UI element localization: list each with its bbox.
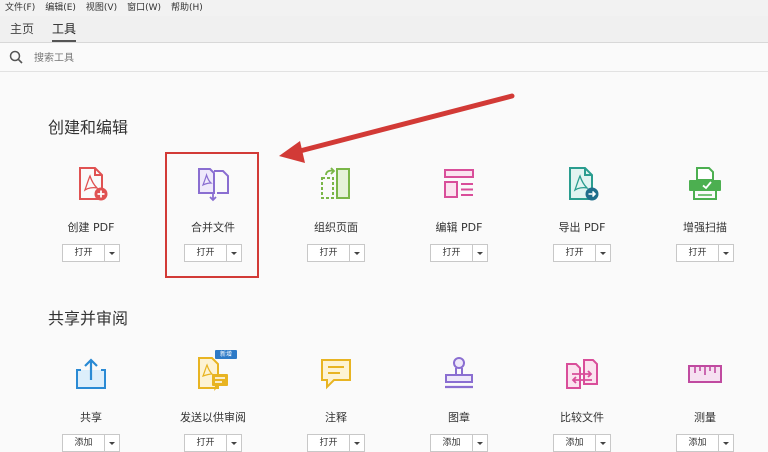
comment-icon[interactable]	[318, 356, 354, 392]
tab-bar: 主页 工具	[0, 16, 768, 43]
button-label[interactable]: 添加	[677, 435, 719, 451]
tool-label: 比较文件	[560, 411, 604, 424]
section-title-share-review: 共享并审阅	[48, 309, 129, 328]
menu-view[interactable]: 视图(V)	[81, 0, 122, 16]
tool-label: 测量	[694, 411, 716, 424]
dropdown-arrow-icon[interactable]	[105, 245, 119, 261]
stamp-icon[interactable]	[441, 356, 477, 392]
button-label[interactable]: 打开	[308, 245, 350, 261]
tool-label: 发送以供审阅	[180, 411, 246, 424]
highlight-box	[165, 152, 259, 278]
search-bar	[0, 43, 768, 72]
add-button-share[interactable]: 添加	[62, 434, 120, 452]
menu-edit[interactable]: 编辑(E)	[40, 0, 81, 16]
create-pdf-icon[interactable]	[73, 166, 109, 202]
open-button-edit-pdf[interactable]: 打开	[430, 244, 488, 262]
dropdown-arrow-icon[interactable]	[227, 435, 241, 451]
button-label[interactable]: 打开	[63, 245, 105, 261]
tool-label: 图章	[448, 411, 470, 424]
send-for-review-icon[interactable]	[195, 356, 231, 392]
tab-tools[interactable]: 工具	[52, 16, 77, 42]
edit-pdf-icon[interactable]	[441, 166, 477, 202]
menu-help[interactable]: 帮助(H)	[166, 0, 208, 16]
tool-label: 增强扫描	[683, 221, 727, 234]
organize-pages-icon[interactable]	[318, 166, 354, 202]
dropdown-arrow-icon[interactable]	[596, 245, 610, 261]
open-button-send-for-review[interactable]: 打开	[184, 434, 242, 452]
tool-label: 注释	[325, 411, 347, 424]
button-label[interactable]: 添加	[431, 435, 473, 451]
dropdown-arrow-icon[interactable]	[719, 435, 733, 451]
menu-bar: 文件(F) 编辑(E) 视图(V) 窗口(W) 帮助(H)	[0, 0, 768, 16]
button-label[interactable]: 打开	[431, 245, 473, 261]
measure-icon[interactable]	[687, 356, 723, 392]
open-button-comment[interactable]: 打开	[307, 434, 365, 452]
open-button-enhance-scan[interactable]: 打开	[676, 244, 734, 262]
add-button-stamp[interactable]: 添加	[430, 434, 488, 452]
dropdown-arrow-icon[interactable]	[473, 245, 487, 261]
dropdown-arrow-icon[interactable]	[719, 245, 733, 261]
section-title-create-edit: 创建和编辑	[48, 118, 129, 137]
button-label[interactable]: 打开	[185, 435, 227, 451]
search-input[interactable]	[32, 48, 336, 68]
menu-file[interactable]: 文件(F)	[0, 0, 40, 16]
tool-label: 共享	[80, 411, 102, 424]
tool-label: 导出 PDF	[558, 221, 606, 234]
dropdown-arrow-icon[interactable]	[105, 435, 119, 451]
button-label[interactable]: 打开	[554, 245, 596, 261]
dropdown-arrow-icon[interactable]	[596, 435, 610, 451]
tool-label: 编辑 PDF	[435, 221, 483, 234]
compare-files-icon[interactable]	[564, 356, 600, 392]
share-icon[interactable]	[73, 356, 109, 392]
button-label[interactable]: 打开	[677, 245, 719, 261]
export-pdf-icon[interactable]	[564, 166, 600, 202]
search-icon	[9, 50, 23, 64]
tool-label: 创建 PDF	[67, 221, 115, 234]
open-button-create-pdf[interactable]: 打开	[62, 244, 120, 262]
add-button-measure[interactable]: 添加	[676, 434, 734, 452]
enhance-scan-icon[interactable]	[687, 166, 723, 202]
open-button-export-pdf[interactable]: 打开	[553, 244, 611, 262]
button-label[interactable]: 添加	[63, 435, 105, 451]
menu-window[interactable]: 窗口(W)	[122, 0, 166, 16]
tab-home[interactable]: 主页	[10, 16, 34, 42]
add-button-compare-files[interactable]: 添加	[553, 434, 611, 452]
button-label[interactable]: 打开	[308, 435, 350, 451]
dropdown-arrow-icon[interactable]	[350, 245, 364, 261]
dropdown-arrow-icon[interactable]	[350, 435, 364, 451]
tool-label: 组织页面	[314, 221, 358, 234]
dropdown-arrow-icon[interactable]	[473, 435, 487, 451]
button-label[interactable]: 添加	[554, 435, 596, 451]
open-button-organize-pages[interactable]: 打开	[307, 244, 365, 262]
